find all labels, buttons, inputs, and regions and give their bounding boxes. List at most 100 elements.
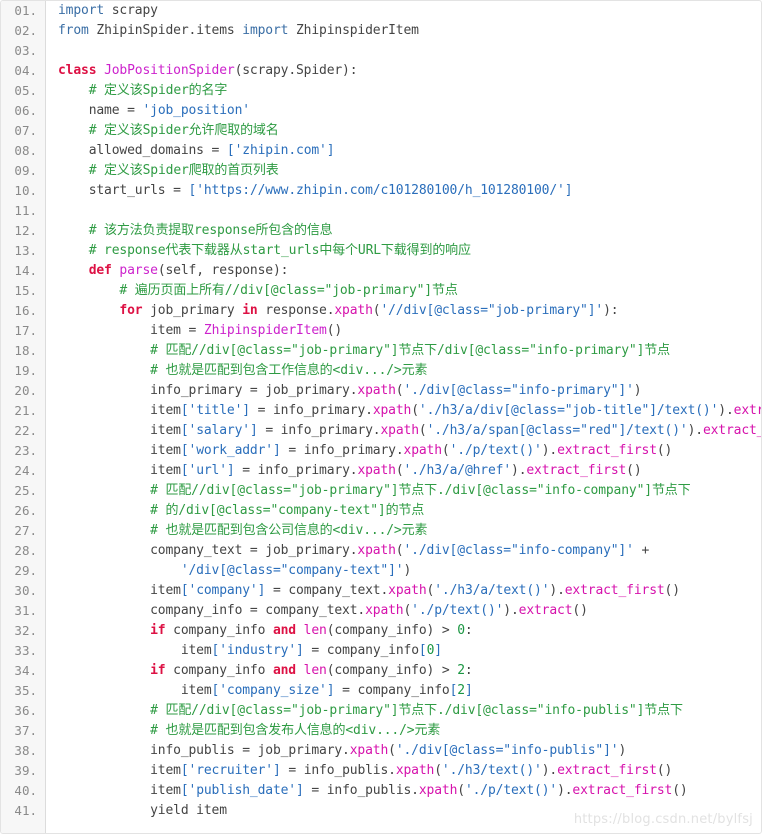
line-number: 07.	[14, 123, 37, 138]
token-plain: ).	[549, 583, 565, 598]
token-plain: job_primary.	[257, 543, 358, 558]
token-com: # 也就是匹配到包含发布人信息的<div.../>元素	[58, 723, 441, 738]
token-str: [	[180, 463, 189, 478]
line-content: item['company'] = company_text.xpath('./…	[58, 581, 680, 601]
line-number: 32.	[14, 623, 37, 638]
code-line: 05. # 定义该Spider的名字	[1, 81, 761, 101]
token-plain: item	[58, 643, 212, 658]
token-com: # 遍历页面上所有//div[@class="job-primary"]节点	[58, 283, 458, 298]
token-fn: extract	[518, 603, 573, 618]
code-viewport[interactable]: 01. import scrapy 02. from ZhipinSpider.ite…	[1, 1, 761, 833]
token-fn: xpath	[380, 423, 419, 438]
code-line: 02. from ZhipinSpider.items import Zhipin…	[1, 21, 761, 41]
token-plain: :	[464, 663, 473, 678]
line-content: if company_info and len(company_info) > …	[58, 661, 473, 681]
token-str: './div[@class="info-publis"]'	[395, 743, 619, 758]
token-str: './h3/text()'	[441, 763, 542, 778]
line-number: 15.	[14, 283, 37, 298]
line-number: 16.	[14, 303, 37, 318]
line-number: 09.	[14, 163, 37, 178]
token-str: ['https://www.zhipin.com/c101280100/h_10…	[188, 183, 573, 198]
token-plain: company_info	[58, 603, 250, 618]
token-str: [	[180, 783, 189, 798]
token-str: 'recruiter'	[188, 763, 274, 778]
line-number: 10.	[14, 183, 37, 198]
token-op: =	[249, 383, 258, 398]
line-number: 38.	[14, 743, 37, 758]
token-com: # response代表下载器从start_urls中每个URL下载得到的响应	[58, 243, 471, 258]
token-str: [	[180, 423, 189, 438]
line-number: 12.	[14, 223, 37, 238]
line-number: 41.	[14, 803, 37, 818]
token-str: 'job_position'	[142, 103, 250, 118]
line-number: 34.	[14, 663, 37, 678]
token-plain: (company_info)	[326, 623, 442, 638]
token-plain: item	[58, 763, 181, 778]
line-number: 05.	[14, 83, 37, 98]
code-line: 37. # 也就是匹配到包含发布人信息的<div.../>元素	[1, 721, 761, 741]
line-number: 22.	[14, 423, 37, 438]
code-line: 22. item['salary'] = info_primary.xpath(…	[1, 421, 761, 441]
token-name: JobPositionSpider	[104, 63, 235, 78]
token-plain: item	[58, 323, 189, 338]
token-str: './h3/a/div[@class="job-title"]/text()'	[418, 403, 719, 418]
token-imp: from	[58, 23, 89, 38]
code-line: 08. allowed_domains = ['zhipin.com']	[1, 141, 761, 161]
token-str: 'company'	[188, 583, 258, 598]
token-str: './p/text()'	[411, 603, 504, 618]
token-op: =	[127, 103, 135, 118]
code-line: 35. item['company_size'] = company_info[…	[1, 681, 761, 701]
token-str: [	[180, 443, 189, 458]
token-plain: (	[395, 463, 404, 478]
token-plain: item	[58, 423, 181, 438]
token-plain: scrapy	[104, 3, 158, 18]
line-content: # 的/div[@class="company-text"]的节点	[58, 501, 424, 521]
code-line: 23. item['work_addr'] = info_primary.xpa…	[1, 441, 761, 461]
token-str: '/div[@class="company-text"]'	[180, 563, 404, 578]
token-str: './h3/a/text()'	[434, 583, 550, 598]
token-str: [	[180, 403, 189, 418]
token-plain: job_primary.	[249, 743, 350, 758]
line-number: 30.	[14, 583, 37, 598]
token-plain: )	[618, 743, 627, 758]
line-content: # 匹配//div[@class="job-primary"]节点下/div[@…	[58, 341, 670, 361]
code-block: 01. import scrapy 02. from ZhipinSpider.ite…	[0, 0, 762, 834]
line-number: 26.	[14, 503, 37, 518]
token-com: # 也就是匹配到包含工作信息的<div.../>元素	[58, 363, 428, 378]
token-str: '//div[@class="job-primary"]'	[380, 303, 604, 318]
token-plain: :	[464, 623, 473, 638]
line-number: 29.	[14, 563, 37, 578]
line-content: # 也就是匹配到包含工作信息的<div.../>元素	[58, 361, 427, 381]
token-fn: extract_first	[557, 443, 657, 458]
line-number: 17.	[14, 323, 37, 338]
line-content: # response代表下载器从start_urls中每个URL下载得到的响应	[58, 241, 471, 261]
line-content: # 也就是匹配到包含公司信息的<div.../>元素	[58, 521, 427, 541]
token-plain: company_info	[173, 663, 273, 678]
code-line: 27. # 也就是匹配到包含公司信息的<div.../>元素	[1, 521, 761, 541]
token-plain: item	[58, 683, 212, 698]
line-number: 31.	[14, 603, 37, 618]
code-lines-container: 01. import scrapy 02. from ZhipinSpider.ite…	[1, 1, 761, 821]
code-line: 04. class JobPositionSpider(scrapy.Spider…	[1, 61, 761, 81]
token-str: 'work_addr'	[188, 443, 274, 458]
token-fn: xpath	[357, 383, 396, 398]
line-number: 06.	[14, 103, 37, 118]
token-plain: name	[58, 103, 128, 118]
token-kw: if	[58, 623, 174, 638]
token-fn: extract_first	[564, 583, 665, 598]
code-line: 33. item['industry'] = company_info[0]	[1, 641, 761, 661]
token-op: =	[242, 743, 250, 758]
line-content: item['url'] = info_primary.xpath('./h3/a…	[58, 461, 642, 481]
token-str: 'title'	[188, 403, 243, 418]
token-op: =	[249, 543, 258, 558]
token-com: # 匹配//div[@class="job-primary"]节点下./div[…	[58, 703, 683, 718]
line-content: item['title'] = info_primary.xpath('./h3…	[58, 401, 761, 421]
token-str: [	[180, 583, 189, 598]
token-com: # 定义该Spider允许爬取的域名	[58, 123, 279, 138]
token-kw: for	[58, 303, 151, 318]
token-plain: ()	[656, 763, 673, 778]
